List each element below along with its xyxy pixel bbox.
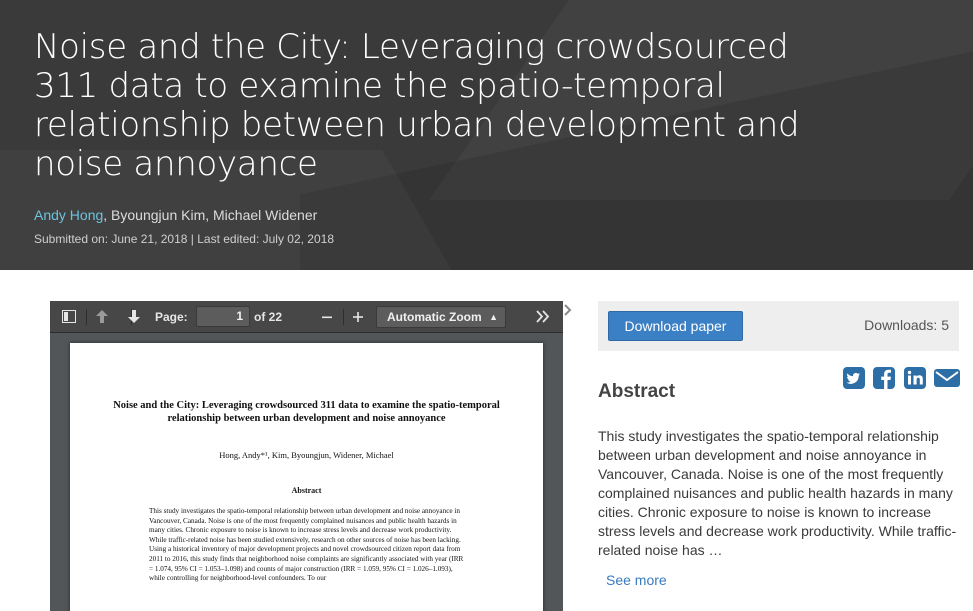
toolbar-divider (86, 309, 87, 325)
tools-icon[interactable] (536, 310, 550, 323)
next-page-icon[interactable] (127, 309, 141, 324)
abstract-text: This study investigates the spatio-tempo… (598, 428, 957, 558)
pdf-abstract-heading: Abstract (291, 486, 322, 495)
pdf-title: Noise and the City: Leveraging crowdsour… (113, 400, 500, 424)
paper-header: Noise and the City: Leveraging crowdsour… (0, 0, 973, 270)
previous-page-icon[interactable] (95, 309, 109, 324)
pdf-viewer: Page: 1 of 22 Automatic Zoom ▲ Noise and… (50, 301, 563, 611)
paper-title: Noise and the City: Leveraging crowdsour… (34, 27, 800, 184)
download-count: Downloads: 5 (864, 317, 949, 333)
page-total: of 22 (254, 310, 283, 324)
twitter-icon[interactable] (842, 366, 866, 390)
pdf-authors: Hong, Andy*¹, Kim, Byoungjun, Widener, M… (219, 450, 394, 460)
page-label: Page: (155, 310, 188, 324)
see-more-link[interactable]: See more (606, 572, 667, 588)
author-link-andy-hong[interactable]: Andy Hong (34, 207, 103, 223)
pdf-page: Noise and the City: Leveraging crowdsour… (70, 343, 543, 611)
sidebar-toggle-icon[interactable] (62, 310, 76, 323)
co-authors: , Byoungjun Kim, Michael Widener (103, 207, 318, 223)
linkedin-icon[interactable] (903, 366, 927, 390)
zoom-select[interactable]: Automatic Zoom ▲ (376, 306, 506, 328)
zoom-out-icon[interactable] (320, 310, 334, 324)
abstract-heading: Abstract (598, 381, 676, 402)
chevron-right-icon[interactable] (563, 302, 573, 323)
zoom-in-icon[interactable] (351, 310, 365, 324)
pdf-abstract-body: This study investigates the spatio-tempo… (149, 507, 464, 583)
pdf-toolbar: Page: 1 of 22 Automatic Zoom ▲ (50, 301, 563, 333)
email-icon[interactable] (933, 366, 961, 390)
submission-dates: Submitted on: June 21, 2018 | Last edite… (34, 232, 334, 246)
author-list: Andy Hong, Byoungjun Kim, Michael Widene… (34, 207, 317, 223)
facebook-icon[interactable] (872, 366, 896, 390)
chevron-updown-icon: ▲ (489, 312, 498, 322)
page-number-input[interactable]: 1 (196, 306, 250, 327)
toolbar-divider (343, 309, 344, 325)
download-bar: Download paper Downloads: 5 (598, 301, 959, 351)
download-paper-button[interactable]: Download paper (608, 311, 743, 341)
zoom-value: Automatic Zoom (387, 310, 482, 324)
